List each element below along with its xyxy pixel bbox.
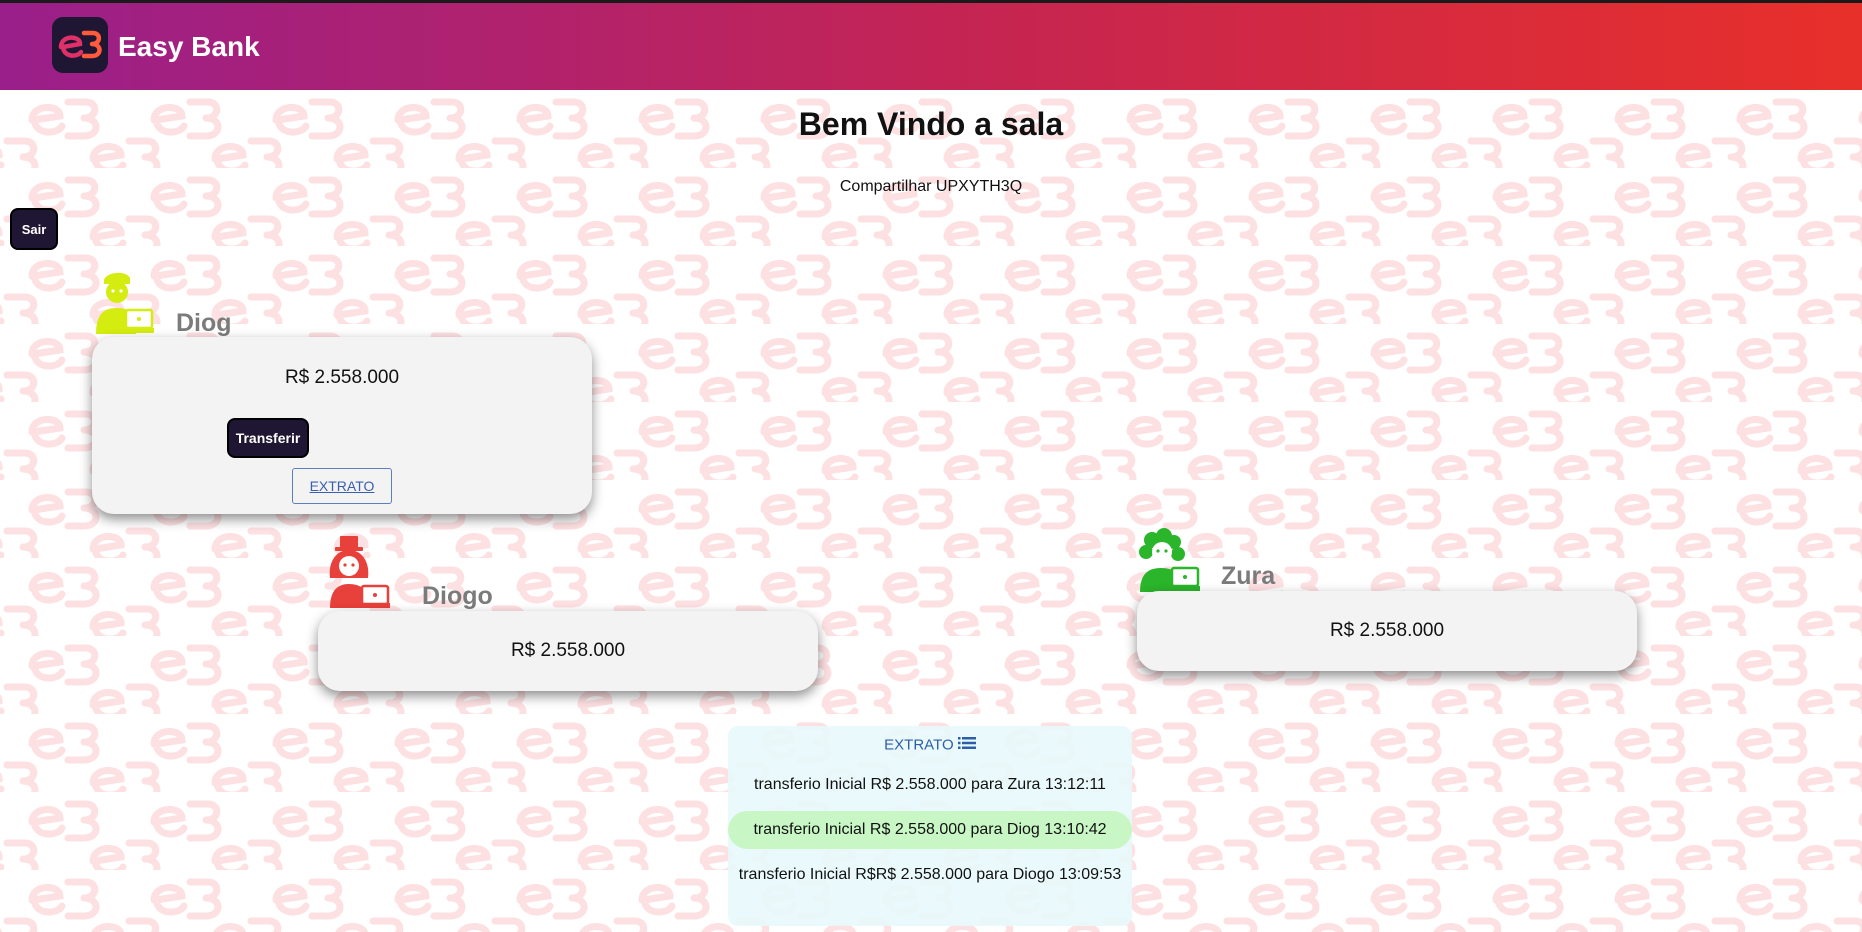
balance-amount: R$ 2.558.000 — [284, 367, 400, 388]
easy-bank-logo-icon — [52, 17, 108, 73]
extrato-link[interactable]: EXTRATO — [292, 468, 392, 504]
statement-entry: transferio Inicial R$ 2.558.000 para Zur… — [754, 776, 1106, 793]
balance-card: R$ 2.558.000 Transferir EXTRATO — [92, 337, 592, 514]
brand-name: Easy Bank — [118, 31, 260, 62]
statement-title[interactable]: EXTRATO — [728, 736, 1132, 754]
balance-card: R$ 2.558.000 — [1137, 591, 1637, 671]
balance-amount: R$ 2.558.000 — [510, 640, 626, 661]
app-header: Easy Bank — [0, 0, 1862, 90]
page-title: Bem Vindo a sala — [798, 106, 1064, 142]
woman-curly-hair-laptop-icon — [1136, 528, 1200, 597]
statement-entry: transferio Inicial R$ 2.558.000 para Dio… — [728, 811, 1132, 849]
player-name: Diogo — [422, 582, 493, 610]
list-icon — [957, 737, 976, 754]
statement-entry: transferio Inicial R$R$ 2.558.000 para D… — [738, 866, 1122, 883]
statement-title-label: EXTRATO — [884, 736, 954, 754]
player-name: Zura — [1221, 562, 1276, 590]
transfer-button[interactable]: Transferir — [227, 418, 309, 458]
share-room-code[interactable]: Compartilhar UPXYTH3Q — [0, 178, 1862, 196]
player-name: Diog — [176, 309, 232, 337]
woman-top-hat-laptop-icon — [326, 532, 390, 613]
man-at-laptop-icon — [90, 270, 154, 339]
exit-button[interactable]: Sair — [10, 208, 58, 250]
balance-amount: R$ 2.558.000 — [1329, 620, 1445, 641]
balance-card: R$ 2.558.000 — [318, 611, 818, 691]
statement-panel: EXTRATO transferio Inicial R$ 2.558.000 … — [728, 726, 1132, 926]
